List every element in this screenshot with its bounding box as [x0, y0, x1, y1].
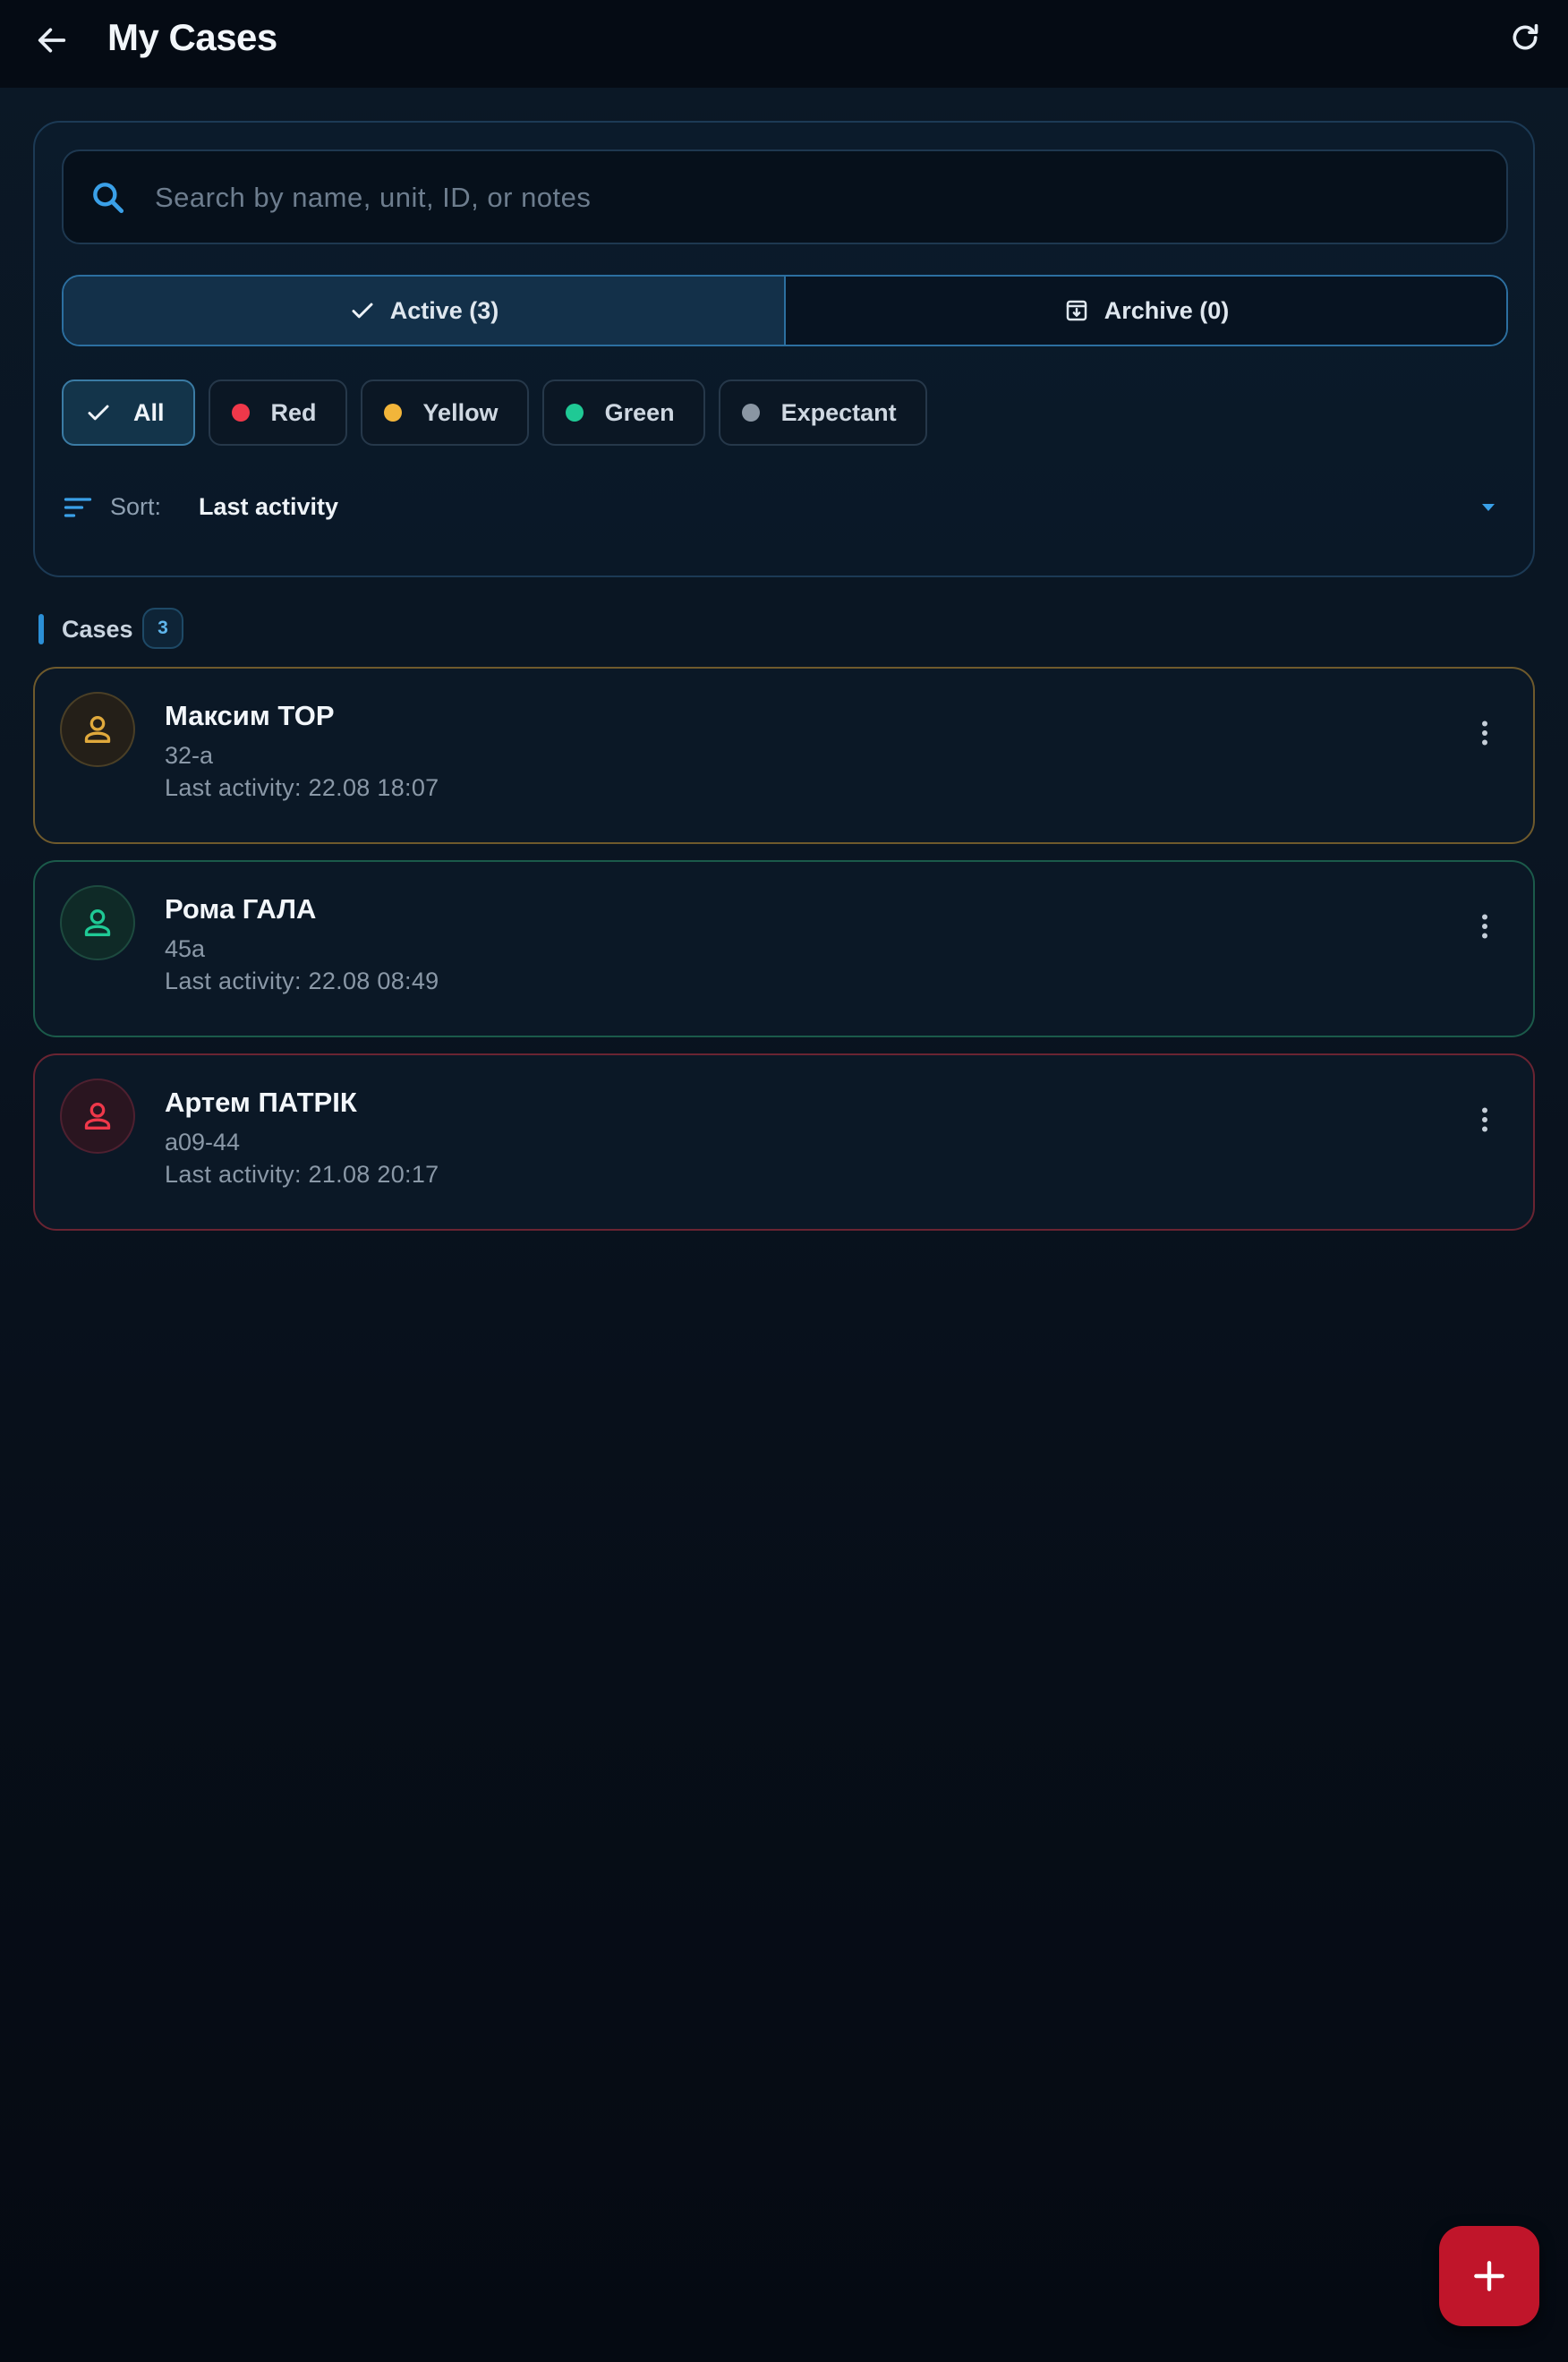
status-tabs: Active (3) Archive (0) — [62, 275, 1508, 346]
avatar — [60, 692, 135, 767]
search-box[interactable] — [62, 149, 1508, 244]
case-name: Артем ПАТРІК — [165, 1087, 357, 1118]
tab-archive[interactable]: Archive (0) — [786, 277, 1506, 345]
case-unit: 32-a — [165, 742, 214, 769]
refresh-icon — [1513, 23, 1538, 50]
filter-chip-all[interactable]: All — [62, 379, 195, 446]
filter-chip-label: Green — [604, 398, 675, 426]
more-vertical-icon — [1482, 914, 1487, 939]
tab-archive-label: Archive (0) — [1104, 296, 1230, 324]
cases-count-badge: 3 — [142, 608, 183, 649]
case-name: Рома ГАЛА — [165, 893, 317, 925]
case-card[interactable]: Рома ГАЛА 45a Last activity: 22.08 08:49 — [33, 860, 1535, 1037]
plus-icon — [1474, 2261, 1504, 2291]
sort-label: Sort: — [110, 493, 162, 520]
arrow-left-icon — [38, 28, 66, 53]
filter-panel: Active (3) Archive (0) All Red Yellow — [33, 121, 1535, 577]
triage-filter-chips: All Red Yellow Green Expectant — [62, 379, 927, 446]
search-icon — [93, 183, 124, 214]
check-icon — [352, 303, 373, 319]
sort-dropdown[interactable]: Sort: Last activity — [62, 481, 1508, 534]
case-last-activity: Last activity: 21.08 20:17 — [165, 1161, 439, 1188]
case-card[interactable]: Максим TOP 32-a Last activity: 22.08 18:… — [33, 667, 1535, 844]
search-input[interactable] — [153, 151, 1481, 244]
archive-box-icon — [1066, 300, 1087, 321]
case-card[interactable]: Артем ПАТРІК a09-44 Last activity: 21.08… — [33, 1053, 1535, 1231]
person-icon — [84, 716, 111, 743]
back-button[interactable] — [27, 15, 77, 65]
person-icon — [84, 908, 111, 936]
green-dot-icon — [565, 404, 584, 422]
case-last-activity: Last activity: 22.08 08:49 — [165, 968, 439, 994]
filter-chip-label: Yellow — [422, 398, 499, 426]
filter-chip-label: Expectant — [780, 398, 897, 426]
filter-chip-label: All — [133, 398, 165, 426]
section-accent-bar — [38, 614, 44, 644]
tab-active-label: Active (3) — [389, 296, 499, 324]
add-case-button[interactable] — [1439, 2226, 1539, 2326]
tab-active[interactable]: Active (3) — [64, 277, 786, 345]
check-icon — [88, 405, 109, 421]
red-dot-icon — [231, 404, 250, 422]
filter-chip-red[interactable]: Red — [208, 379, 347, 446]
person-icon — [84, 1103, 111, 1130]
filter-chip-green[interactable]: Green — [541, 379, 705, 446]
avatar — [60, 1079, 135, 1154]
page-title: My Cases — [107, 16, 277, 58]
filter-chip-yellow[interactable]: Yellow — [360, 379, 529, 446]
more-options-button[interactable] — [1465, 907, 1504, 946]
sort-value: Last activity — [199, 493, 339, 520]
case-last-activity: Last activity: 22.08 18:07 — [165, 774, 439, 801]
more-options-button[interactable] — [1465, 713, 1504, 753]
more-vertical-icon — [1482, 1107, 1487, 1132]
refresh-button[interactable] — [1500, 13, 1550, 63]
filter-chip-label: Red — [270, 398, 317, 426]
app-bar: My Cases — [0, 0, 1568, 88]
cases-label: Cases — [62, 616, 133, 643]
filter-chip-expectant[interactable]: Expectant — [718, 379, 927, 446]
case-name: Максим TOP — [165, 700, 335, 731]
grey-dot-icon — [741, 404, 760, 422]
sort-icon — [64, 498, 92, 517]
more-options-button[interactable] — [1465, 1100, 1504, 1139]
case-unit: 45a — [165, 935, 206, 962]
avatar — [60, 885, 135, 960]
caret-down-icon — [1482, 504, 1495, 511]
case-unit: a09-44 — [165, 1129, 241, 1155]
yellow-dot-icon — [383, 404, 402, 422]
more-vertical-icon — [1482, 721, 1487, 746]
